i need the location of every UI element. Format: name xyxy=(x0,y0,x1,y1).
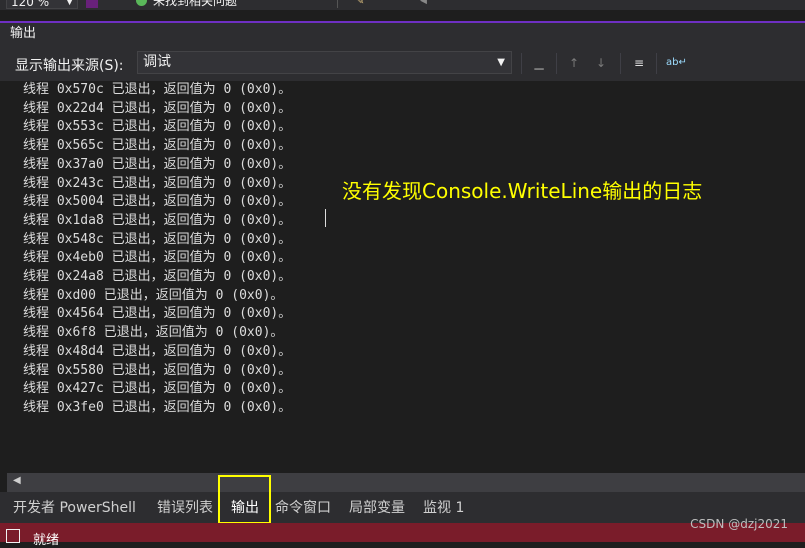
highlight-box xyxy=(218,475,271,524)
output-text-area[interactable]: 线程 0x570c 已退出，返回值为 0 (0x0)。 线程 0x22d4 已退… xyxy=(0,81,805,473)
word-wrap-icon[interactable]: ab↵ xyxy=(666,54,687,72)
scroll-left-icon[interactable]: ◀ xyxy=(420,0,427,6)
watermark: CSDN @dzj2021 xyxy=(690,517,788,531)
output-line: 线程 0x553c 已退出，返回值为 0 (0x0)。 xyxy=(23,119,292,135)
visual-studio-icon xyxy=(86,0,98,8)
toolbar-divider xyxy=(337,0,338,8)
scroll-left-arrow-icon[interactable]: ◀ xyxy=(13,475,21,486)
output-line: 线程 0x243c 已退出，返回值为 0 (0x0)。 xyxy=(23,175,292,191)
output-line: 线程 0x37a0 已退出，返回值为 0 (0x0)。 xyxy=(23,156,292,172)
issues-indicator[interactable]: 未找到相关问题 xyxy=(136,0,237,8)
output-line: 线程 0x1da8 已退出，返回值为 0 (0x0)。 xyxy=(23,212,292,228)
clear-all-icon[interactable]: ≡ xyxy=(630,54,648,72)
tab-watch-1[interactable]: 监视 1 xyxy=(423,497,464,517)
tool-window-tabs: 开发者 PowerShell 错误列表 输出 命令窗口 局部变量 监视 1 xyxy=(0,492,805,523)
next-message-icon[interactable]: ↓ xyxy=(592,54,610,72)
issues-text: 未找到相关问题 xyxy=(153,0,238,8)
output-line: 线程 0x4564 已退出，返回值为 0 (0x0)。 xyxy=(23,306,292,322)
output-line: 线程 0x6f8 已退出，返回值为 0 (0x0)。 xyxy=(23,325,284,341)
status-square-icon xyxy=(6,529,20,543)
panel-title: 输出 xyxy=(10,26,37,41)
tab-locals[interactable]: 局部变量 xyxy=(349,497,405,517)
chevron-down-icon: ▼ xyxy=(66,0,73,7)
output-panel-title: 输出 xyxy=(0,21,805,44)
annotation-text: 没有发现Console.WriteLine输出的日志 xyxy=(342,179,703,203)
output-line: 线程 0x565c 已退出，返回值为 0 (0x0)。 xyxy=(23,138,292,154)
output-line: 线程 0x427c 已退出，返回值为 0 (0x0)。 xyxy=(23,381,292,397)
goto-location-icon[interactable]: ▁ xyxy=(530,54,548,72)
top-toolbar: 120 % ▼ 未找到相关问题 ✎ ◀ xyxy=(0,0,805,10)
output-source-value: 调试 xyxy=(143,54,171,70)
output-line: 线程 0x22d4 已退出，返回值为 0 (0x0)。 xyxy=(23,100,292,116)
tab-error-list[interactable]: 错误列表 xyxy=(157,497,213,517)
output-line: 线程 0x48d4 已退出，返回值为 0 (0x0)。 xyxy=(23,343,292,359)
status-bar: 就绪 xyxy=(0,523,805,548)
toolbar-divider xyxy=(521,53,522,74)
brush-icon[interactable]: ✎ xyxy=(356,0,364,7)
tab-developer-powershell[interactable]: 开发者 PowerShell xyxy=(13,497,136,517)
text-caret xyxy=(325,209,326,227)
zoom-value: 120 % xyxy=(11,0,50,9)
output-line: 线程 0x5004 已退出，返回值为 0 (0x0)。 xyxy=(23,194,292,210)
check-circle-icon xyxy=(136,0,147,6)
toolbar-divider xyxy=(556,53,557,74)
source-label: 显示输出来源(S): xyxy=(15,58,124,74)
output-line: 线程 0x570c 已退出，返回值为 0 (0x0)。 xyxy=(23,82,292,97)
output-line: 线程 0x4eb0 已退出，返回值为 0 (0x0)。 xyxy=(23,250,292,266)
output-line: 线程 0xd00 已退出，返回值为 0 (0x0)。 xyxy=(23,287,284,303)
output-toolbar: 显示输出来源(S): 调试 ▼ ▁ ↑ ↓ ≡ ab↵ xyxy=(0,44,805,81)
output-source-select[interactable]: 调试 ▼ xyxy=(137,51,512,74)
toolbar-divider xyxy=(620,53,621,74)
output-line: 线程 0x24a8 已退出，返回值为 0 (0x0)。 xyxy=(23,269,292,284)
horizontal-scrollbar[interactable]: ◀ xyxy=(7,473,805,492)
zoom-dropdown[interactable]: 120 % ▼ xyxy=(6,0,78,9)
status-text: 就绪 xyxy=(33,533,60,548)
chevron-down-icon: ▼ xyxy=(497,57,505,68)
output-line: 线程 0x3fe0 已退出，返回值为 0 (0x0)。 xyxy=(23,399,292,415)
output-line: 线程 0x5580 已退出，返回值为 0 (0x0)。 xyxy=(23,362,292,378)
output-line: 线程 0x548c 已退出，返回值为 0 (0x0)。 xyxy=(23,231,292,247)
previous-message-icon[interactable]: ↑ xyxy=(565,54,583,72)
tab-command-window[interactable]: 命令窗口 xyxy=(275,497,331,517)
toolbar-divider xyxy=(656,53,657,74)
